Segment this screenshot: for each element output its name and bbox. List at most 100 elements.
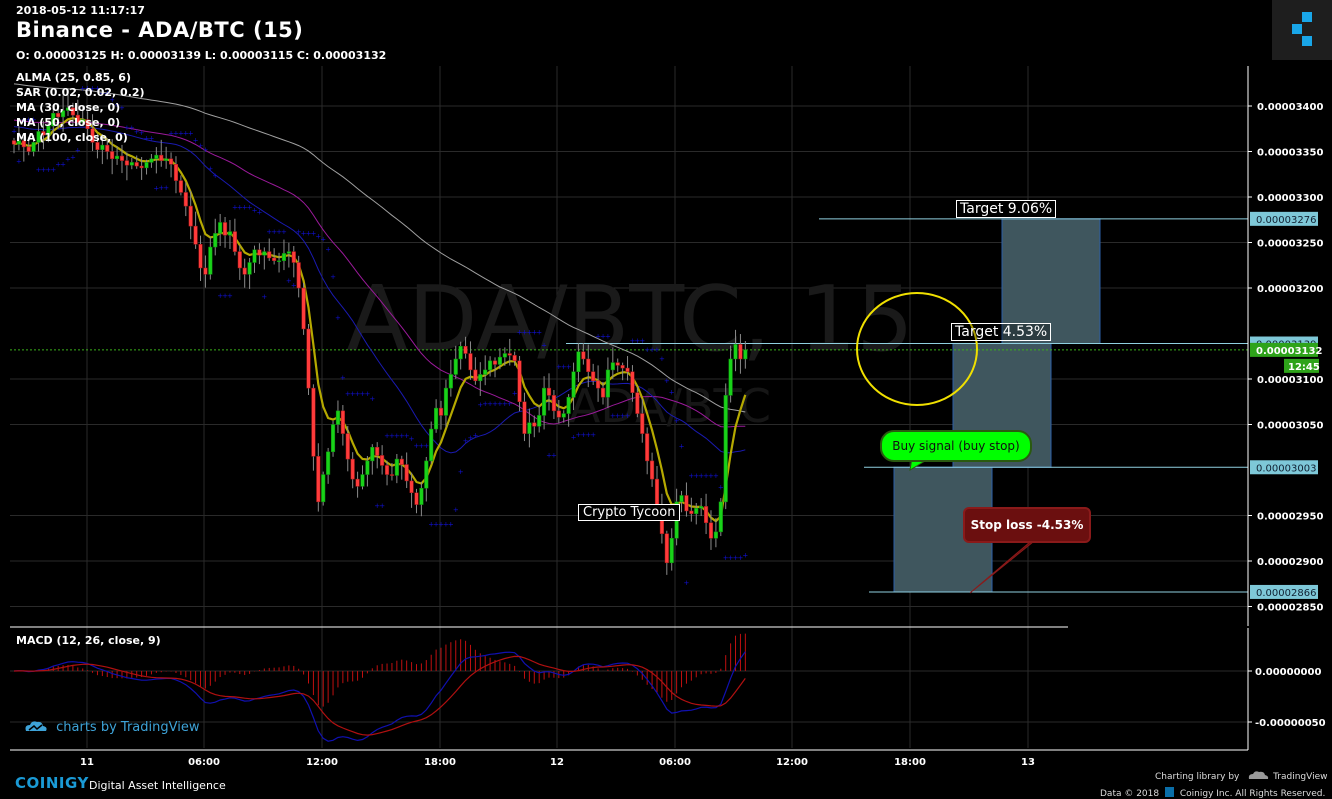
- sar-dot: +: [684, 579, 690, 587]
- chart-canvas[interactable]: ADA/BTC, 15 ADA/BTC +++ + ++ + + ++ ++ +++ + + ++ +…: [0, 0, 1332, 799]
- candle-up: [566, 396, 571, 414]
- sar-dot: +: [325, 246, 331, 254]
- candle-up: [694, 507, 699, 514]
- legend-sar[interactable]: SAR (0.02, 0.02, 0.2): [16, 86, 145, 99]
- coinigy-logo-button[interactable]: [1272, 0, 1332, 60]
- candle-down: [316, 456, 321, 503]
- legend-ma100[interactable]: MA (100, close, 0): [16, 131, 128, 144]
- candle-down: [704, 506, 709, 524]
- candle-down: [350, 458, 355, 480]
- candle-down: [267, 251, 272, 259]
- candle-down: [635, 392, 640, 414]
- time-tick-label: 06:00: [188, 757, 220, 768]
- sar-dot: +: [212, 172, 218, 180]
- candle-down: [119, 155, 125, 161]
- price-tick-label: 0.00003400: [1257, 102, 1323, 113]
- candle-down: [463, 345, 468, 354]
- candle-down: [492, 360, 498, 365]
- sar-dot: +: [340, 374, 346, 382]
- candle-up: [144, 162, 149, 169]
- candle-down: [375, 447, 380, 456]
- candle-down: [615, 362, 620, 366]
- sar-dot: +: [669, 389, 675, 397]
- macd-tick-label: 0.00000000: [1255, 667, 1321, 678]
- candle-up: [335, 410, 340, 425]
- target-2-label[interactable]: Target 9.06%: [956, 200, 1057, 218]
- candle-up: [718, 501, 723, 533]
- candle-up: [370, 447, 375, 462]
- legend-ma50[interactable]: MA (50, close, 0): [16, 116, 120, 129]
- tradingview-cloud-icon: [25, 721, 47, 731]
- chart-title: Binance - ADA/BTC (15): [16, 18, 304, 42]
- candle-up: [218, 222, 223, 234]
- price-tick-label: 0.00003300: [1257, 193, 1323, 204]
- time-tick-label: 18:00: [424, 757, 456, 768]
- candle-up: [561, 413, 566, 418]
- candle-down: [296, 262, 301, 289]
- candle-up: [277, 260, 282, 262]
- charting-library-credit[interactable]: Charting library by TradingView: [1155, 770, 1328, 782]
- time-tick-label: 12:00: [306, 757, 338, 768]
- candle-down: [237, 251, 242, 269]
- sar-dot: +: [664, 377, 670, 385]
- candle-up: [527, 422, 532, 434]
- charting-by-text: Charting library by: [1155, 772, 1240, 782]
- candle-up: [330, 424, 336, 453]
- candle-down: [640, 413, 645, 434]
- sar-dot: +: [423, 442, 429, 450]
- candle-up: [419, 487, 424, 505]
- candle-down: [26, 146, 31, 152]
- candle-down: [625, 367, 630, 372]
- candle-down: [183, 192, 188, 207]
- candle-up: [723, 395, 728, 503]
- last-price-tag: 0.00003132: [1256, 346, 1322, 357]
- tradingview-small-icon: [1249, 771, 1269, 779]
- sar-dot: +: [330, 273, 336, 281]
- sar-dot: +: [256, 208, 262, 216]
- legend-ma30[interactable]: MA (30, close, 0): [16, 101, 120, 114]
- sar-dot: +: [507, 400, 513, 408]
- candle-down: [188, 205, 193, 227]
- candle-down: [232, 231, 237, 252]
- candle-down: [438, 407, 444, 416]
- buy-signal-callout[interactable]: Buy signal (buy stop): [880, 430, 1032, 462]
- sar-dot: +: [16, 157, 22, 165]
- sar-dot: +: [551, 452, 557, 460]
- candle-down: [507, 353, 512, 356]
- candle-down: [586, 358, 591, 372]
- crypto-tycoon-label[interactable]: Crypto Tycoon: [578, 504, 681, 521]
- coinigy-logo-icon: [1292, 12, 1312, 46]
- candle-down: [468, 353, 473, 371]
- candle-down: [178, 180, 183, 193]
- candle-down: [301, 287, 306, 330]
- legend-alma[interactable]: ALMA (25, 0.85, 6): [16, 71, 131, 84]
- tradingview-brand-link[interactable]: charts by TradingView: [24, 719, 199, 735]
- sar-dot: +: [448, 521, 454, 529]
- time-tick-label: 12:00: [776, 757, 808, 768]
- candle-down: [257, 249, 262, 256]
- candle-down: [124, 160, 129, 166]
- candle-up: [281, 253, 287, 261]
- candle-up: [453, 358, 458, 375]
- target-1-label[interactable]: Target 4.53%: [951, 323, 1052, 341]
- candle-up: [213, 233, 218, 248]
- candle-up: [497, 356, 502, 365]
- candle-up: [733, 344, 738, 360]
- candle-up: [443, 387, 448, 416]
- candle-down: [159, 154, 164, 161]
- sar-dot: +: [512, 389, 518, 397]
- sar-dot: +: [291, 282, 297, 290]
- candle-up: [571, 371, 576, 398]
- stop-loss-callout[interactable]: Stop loss -4.53%: [963, 507, 1091, 543]
- candle-up: [478, 374, 483, 382]
- sar-dot: +: [659, 355, 665, 363]
- sar-dot: +: [590, 431, 596, 439]
- candle-up: [115, 155, 120, 160]
- legend-macd[interactable]: MACD (12, 26, close, 9): [16, 634, 161, 647]
- candle-down: [134, 162, 139, 167]
- candle-down: [630, 371, 635, 393]
- candle-down: [551, 395, 556, 412]
- sar-dot: +: [654, 346, 660, 354]
- candle-down: [620, 365, 625, 369]
- candle-up: [488, 360, 493, 371]
